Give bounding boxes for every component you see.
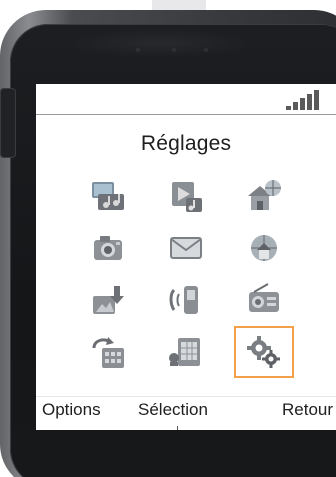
signal-bar bbox=[314, 90, 319, 110]
menu-item-camera[interactable] bbox=[78, 222, 138, 274]
signal-strength-icon bbox=[286, 88, 324, 110]
phone-screen: Réglages Options Sélection Retour bbox=[36, 84, 336, 430]
menu-item-calls[interactable] bbox=[156, 274, 216, 326]
envelope-icon bbox=[170, 237, 202, 259]
video-music-icon bbox=[172, 182, 202, 212]
menu-item-videos[interactable] bbox=[156, 170, 216, 222]
menu-item-radio[interactable] bbox=[234, 274, 294, 326]
options-softkey[interactable]: Options bbox=[42, 400, 101, 420]
select-softkey[interactable]: Sélection bbox=[138, 400, 208, 420]
sync-calendar-icon bbox=[92, 337, 124, 368]
status-divider bbox=[36, 114, 336, 115]
speaker-dot bbox=[136, 48, 140, 52]
home-globe-icon bbox=[251, 235, 277, 261]
text-cursor-mark bbox=[177, 426, 178, 430]
organizer-icon bbox=[169, 338, 200, 366]
back-softkey[interactable]: Retour bbox=[282, 400, 333, 420]
signal-bar bbox=[293, 102, 298, 110]
menu-item-downloads[interactable] bbox=[78, 274, 138, 326]
download-image-icon bbox=[93, 286, 124, 314]
stage: Réglages Options Sélection Retour bbox=[0, 0, 336, 477]
call-transfer-icon bbox=[169, 286, 198, 314]
side-button[interactable] bbox=[0, 88, 16, 158]
settings-gear-icon bbox=[247, 336, 280, 368]
menu-item-network[interactable] bbox=[234, 170, 294, 222]
menu-item-messages[interactable] bbox=[156, 222, 216, 274]
home-network-icon bbox=[248, 180, 281, 210]
menu-item-organizer[interactable] bbox=[156, 326, 216, 378]
softkey-divider bbox=[36, 396, 336, 397]
gallery-music-icon bbox=[92, 182, 124, 210]
menu-item-home[interactable] bbox=[234, 222, 294, 274]
menu-item-sync[interactable] bbox=[78, 326, 138, 378]
speaker-dot bbox=[172, 48, 176, 52]
camera-icon bbox=[94, 236, 122, 260]
softkey-bar: Options Sélection Retour bbox=[36, 398, 336, 428]
menu-grid bbox=[78, 170, 294, 378]
signal-bar bbox=[300, 98, 305, 110]
radio-icon bbox=[249, 283, 279, 312]
signal-bar bbox=[286, 106, 291, 110]
menu-item-gallery[interactable] bbox=[78, 170, 138, 222]
speaker-dot bbox=[204, 48, 208, 52]
signal-bar bbox=[307, 94, 312, 110]
bezel-highlight bbox=[60, 28, 260, 58]
status-bar bbox=[36, 84, 336, 114]
menu-item-settings[interactable] bbox=[234, 326, 294, 378]
screen-title: Réglages bbox=[140, 132, 232, 155]
